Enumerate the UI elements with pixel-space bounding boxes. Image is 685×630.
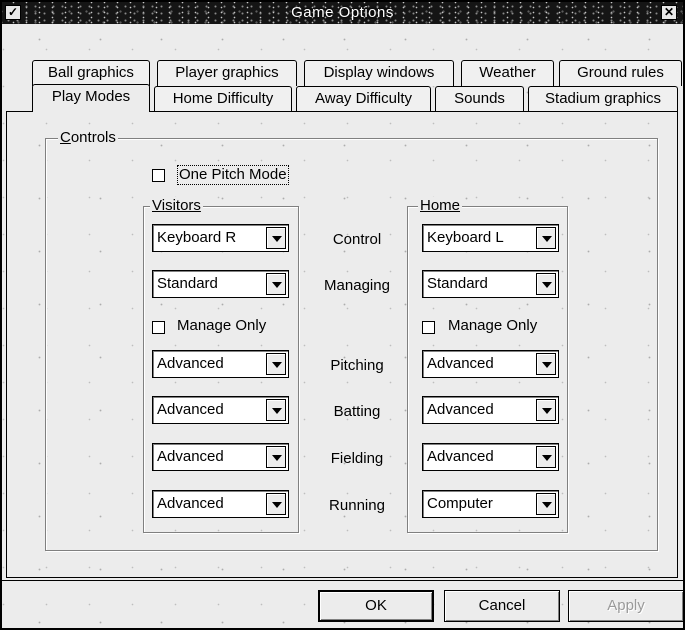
pitching-label: Pitching — [330, 357, 384, 374]
visitors-manage-only-label[interactable]: Manage Only — [177, 317, 266, 335]
visitors-legend: Visitors — [150, 197, 203, 215]
apply-button[interactable]: Apply — [568, 590, 683, 622]
tab-display-windows[interactable]: Display windows — [304, 60, 454, 86]
button-area-separator — [2, 580, 683, 581]
tab-ground-rules[interactable]: Ground rules — [559, 60, 682, 86]
title-bar[interactable]: ✓ Game Options ✕ — [2, 2, 683, 24]
home-control-select[interactable]: Keyboard L — [422, 224, 559, 252]
visitors-control-value: Keyboard R — [157, 229, 237, 246]
running-label: Running — [329, 497, 385, 514]
tab-away-difficulty[interactable]: Away Difficulty — [296, 86, 431, 112]
chevron-down-icon[interactable] — [536, 493, 556, 515]
cancel-button[interactable]: Cancel — [444, 590, 560, 622]
tab-player-graphics[interactable]: Player graphics — [157, 60, 297, 86]
game-options-window: ✓ Game Options ✕ Ball graphics Player gr… — [0, 0, 685, 630]
visitors-managing-value: Standard — [157, 275, 218, 292]
home-batting-select[interactable]: Advanced — [422, 396, 559, 424]
chevron-down-icon[interactable] — [266, 446, 286, 468]
chevron-down-icon[interactable] — [266, 353, 286, 375]
tab-weather[interactable]: Weather — [461, 60, 554, 86]
visitors-running-select[interactable]: Advanced — [152, 490, 289, 518]
home-legend: Home — [418, 197, 463, 215]
visitors-managing-select[interactable]: Standard — [152, 270, 289, 298]
visitors-control-select[interactable]: Keyboard R — [152, 224, 289, 252]
controls-legend: Controls — [58, 129, 118, 147]
tab-play-modes[interactable]: Play Modes — [32, 84, 150, 112]
one-pitch-mode-checkbox[interactable] — [152, 169, 165, 182]
chevron-down-icon[interactable] — [536, 399, 556, 421]
home-running-value: Computer — [427, 495, 493, 512]
home-pitching-select[interactable]: Advanced — [422, 350, 559, 378]
chevron-down-icon[interactable] — [266, 493, 286, 515]
managing-label: Managing — [324, 277, 390, 294]
home-managing-value: Standard — [427, 275, 488, 292]
window-title: Game Options — [291, 4, 394, 21]
batting-label: Batting — [333, 403, 381, 420]
visitors-fielding-select[interactable]: Advanced — [152, 443, 289, 471]
home-running-select[interactable]: Computer — [422, 490, 559, 518]
fielding-label: Fielding — [330, 450, 384, 467]
chevron-down-icon[interactable] — [266, 399, 286, 421]
close-icon[interactable]: ✕ — [661, 5, 677, 20]
home-manage-only-label[interactable]: Manage Only — [448, 317, 537, 335]
tab-sounds[interactable]: Sounds — [435, 86, 524, 112]
chevron-down-icon[interactable] — [536, 227, 556, 249]
visitors-pitching-value: Advanced — [157, 355, 224, 372]
control-label: Control — [332, 231, 382, 248]
home-managing-select[interactable]: Standard — [422, 270, 559, 298]
visitors-batting-select[interactable]: Advanced — [152, 396, 289, 424]
visitors-batting-value: Advanced — [157, 401, 224, 418]
tab-stadium-graphics[interactable]: Stadium graphics — [528, 86, 678, 112]
chevron-down-icon[interactable] — [266, 273, 286, 295]
one-pitch-mode-label[interactable]: One Pitch Mode — [177, 165, 289, 185]
chevron-down-icon[interactable] — [536, 353, 556, 375]
visitors-pitching-select[interactable]: Advanced — [152, 350, 289, 378]
chevron-down-icon[interactable] — [266, 227, 286, 249]
controls-legend-text: ontrols — [70, 129, 116, 146]
home-batting-value: Advanced — [427, 401, 494, 418]
chevron-down-icon[interactable] — [536, 273, 556, 295]
home-fielding-select[interactable]: Advanced — [422, 443, 559, 471]
visitors-manage-only-checkbox[interactable] — [152, 321, 165, 334]
home-manage-only-checkbox[interactable] — [422, 321, 435, 334]
visitors-fielding-value: Advanced — [157, 448, 224, 465]
tab-ball-graphics[interactable]: Ball graphics — [32, 60, 150, 86]
visitors-running-value: Advanced — [157, 495, 224, 512]
tab-home-difficulty[interactable]: Home Difficulty — [154, 86, 292, 112]
home-fielding-value: Advanced — [427, 448, 494, 465]
home-control-value: Keyboard L — [427, 229, 504, 246]
home-pitching-value: Advanced — [427, 355, 494, 372]
ok-button[interactable]: OK — [318, 590, 434, 622]
chevron-down-icon[interactable] — [536, 446, 556, 468]
